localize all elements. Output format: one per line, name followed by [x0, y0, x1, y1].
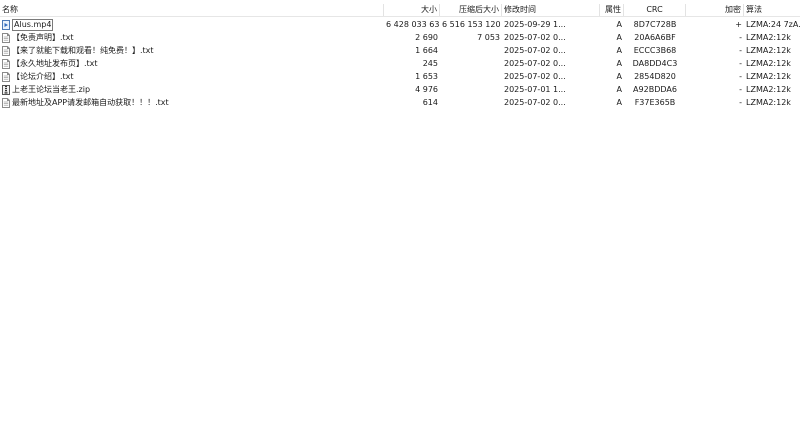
file-encrypted: -: [739, 98, 742, 107]
file-name-cell[interactable]: 【来了就能下载和观看！纯免费！】.txt: [0, 44, 384, 57]
file-modified: 2025-09-29 1...: [504, 20, 566, 29]
file-name: 【论坛介绍】.txt: [12, 72, 74, 81]
file-size: 2 690: [415, 33, 438, 42]
table-row[interactable]: 最新地址及APP请发邮箱自动获取！！！.txt 614 2025-07-02 0..…: [0, 96, 800, 109]
column-header-modified[interactable]: 修改时间: [502, 4, 600, 16]
file-rows: Alus.mp4 6 428 033 639 6 516 153 120 2025-0…: [0, 18, 800, 109]
file-method: LZMA2:12k: [746, 59, 791, 68]
file-packed-size: 7 053: [477, 33, 500, 42]
file-crc: DA8DD4C3: [632, 59, 678, 68]
table-row[interactable]: Alus.mp4 6 428 033 639 6 516 153 120 2025-0…: [0, 18, 800, 31]
file-name-cell[interactable]: Alus.mp4: [0, 18, 384, 31]
file-method: LZMA2:12k: [746, 85, 791, 94]
file-encrypted: -: [739, 59, 742, 68]
file-name-cell[interactable]: 【免责声明】.txt: [0, 31, 384, 44]
table-row[interactable]: 【论坛介绍】.txt 1 653 2025-07-02 0... A 2854D820 -…: [0, 70, 800, 83]
file-size: 614: [422, 98, 438, 107]
file-crc: A92BDDA6: [633, 85, 677, 94]
file-name-cell[interactable]: 【永久地址发布页】.txt: [0, 57, 384, 70]
file-modified: 2025-07-01 1...: [504, 85, 566, 94]
table-row[interactable]: 【永久地址发布页】.txt 245 2025-07-02 0... A DA8DD4C3…: [0, 57, 800, 70]
file-crc: ECCC3B68: [633, 46, 677, 55]
file-crc: 2854D820: [634, 72, 676, 81]
file-modified: 2025-07-02 0...: [504, 33, 566, 42]
column-header-size[interactable]: 大小: [384, 4, 440, 16]
file-size: 245: [422, 59, 438, 68]
column-header-encrypted[interactable]: 加密: [686, 4, 744, 16]
file-size: 4 976: [415, 85, 438, 94]
text-file-icon: [2, 58, 10, 69]
table-row[interactable]: 【来了就能下载和观看！纯免费！】.txt 1 664 2025-07-02 0...…: [0, 44, 800, 57]
column-header-packed-size[interactable]: 压缩后大小: [440, 4, 502, 16]
file-encrypted: -: [739, 72, 742, 81]
file-packed-size: [440, 70, 502, 83]
file-encrypted: -: [739, 85, 742, 94]
file-size: 1 664: [415, 46, 438, 55]
file-attributes: A: [616, 20, 622, 29]
file-method: LZMA:24 7zA...: [746, 20, 800, 29]
file-attributes: A: [616, 59, 622, 68]
file-size: 1 653: [415, 72, 438, 81]
file-modified: 2025-07-02 0...: [504, 59, 566, 68]
file-attributes: A: [616, 98, 622, 107]
file-modified: 2025-07-02 0...: [504, 98, 566, 107]
column-header-crc[interactable]: CRC: [624, 4, 686, 16]
file-modified: 2025-07-02 0...: [504, 46, 566, 55]
file-attributes: A: [616, 46, 622, 55]
file-list: 名称 大小 压缩后大小 修改时间 属性 CRC 加密 算法 Alus.mp4 6 …: [0, 0, 800, 445]
file-crc: F37E365B: [634, 98, 676, 107]
file-name: 【免责声明】.txt: [12, 33, 74, 42]
video-file-icon: [2, 19, 10, 30]
text-file-icon: [2, 32, 10, 43]
file-size: 6 428 033 639: [386, 20, 440, 29]
table-row[interactable]: 上老王论坛当老王.zip 4 976 2025-07-01 1... A A92BDDA…: [0, 83, 800, 96]
file-name: 【永久地址发布页】.txt: [12, 59, 98, 68]
file-name: Alus.mp4: [12, 18, 54, 31]
table-row[interactable]: 【免责声明】.txt 2 690 7 053 2025-07-02 0... A 20A6…: [0, 31, 800, 44]
file-method: LZMA2:12k: [746, 98, 791, 107]
file-attributes: A: [616, 85, 622, 94]
text-file-icon: [2, 71, 10, 82]
file-method: LZMA2:12k: [746, 72, 791, 81]
file-encrypted: -: [739, 33, 742, 42]
file-method: LZMA2:12k: [746, 33, 791, 42]
file-packed-size: [440, 96, 502, 109]
file-attributes: A: [616, 72, 622, 81]
file-crc: 8D7C728B: [633, 20, 677, 29]
zip-file-icon: [2, 84, 10, 95]
file-encrypted: -: [739, 46, 742, 55]
file-packed-size: 6 516 153 120: [442, 20, 501, 29]
file-method: LZMA2:12k: [746, 46, 791, 55]
file-name-cell[interactable]: 【论坛介绍】.txt: [0, 70, 384, 83]
text-file-icon: [2, 45, 10, 56]
file-modified: 2025-07-02 0...: [504, 72, 566, 81]
file-name-cell[interactable]: 最新地址及APP请发邮箱自动获取！！！.txt: [0, 96, 384, 109]
file-crc: 20A6A6BF: [634, 33, 676, 42]
column-header-name[interactable]: 名称: [0, 4, 384, 16]
file-name: 【来了就能下载和观看！纯免费！】.txt: [12, 46, 154, 55]
column-header-attributes[interactable]: 属性: [600, 4, 624, 16]
file-name-cell[interactable]: 上老王论坛当老王.zip: [0, 83, 384, 96]
column-header-method[interactable]: 算法: [744, 4, 800, 16]
file-packed-size: [440, 83, 502, 96]
file-attributes: A: [616, 33, 622, 42]
file-packed-size: [440, 57, 502, 70]
text-file-icon: [2, 97, 10, 108]
file-name: 最新地址及APP请发邮箱自动获取！！！.txt: [12, 98, 169, 107]
column-header: 名称 大小 压缩后大小 修改时间 属性 CRC 加密 算法: [0, 4, 800, 17]
file-packed-size: [440, 44, 502, 57]
file-name: 上老王论坛当老王.zip: [12, 85, 91, 94]
file-encrypted: +: [735, 20, 742, 29]
